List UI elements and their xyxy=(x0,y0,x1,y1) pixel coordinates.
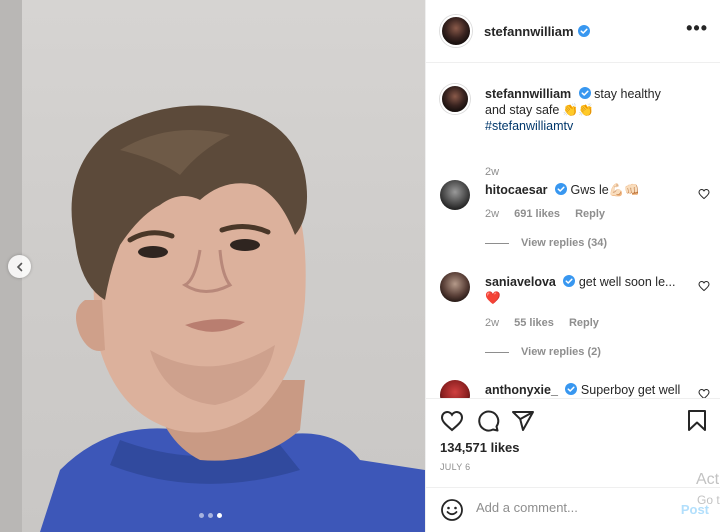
comment-time: 2w xyxy=(485,317,500,329)
verified-icon xyxy=(563,275,576,287)
caption-meta: 2w xyxy=(485,166,511,178)
carousel-dot xyxy=(199,513,204,518)
activation-watermark: Act xyxy=(696,471,720,488)
view-replies-line xyxy=(485,351,509,353)
activation-watermark-subtext: Go t xyxy=(697,493,720,507)
view-replies-line xyxy=(485,242,509,244)
carousel-prev-button[interactable] xyxy=(8,255,31,278)
comment-item: anthonyxie_ Superboy get well xyxy=(440,380,710,398)
view-replies-label: View replies (34) xyxy=(521,237,608,249)
post-side-panel: stefannwilliam ••• stefannwilliam stay h… xyxy=(425,0,720,532)
add-comment-bar: Post xyxy=(426,487,720,532)
comment-like-heart-icon[interactable] xyxy=(698,280,710,292)
comment-body: hitocaesar Gws le💪🏻👊🏻 xyxy=(485,182,685,198)
comment-body: saniavelova get well soon le... ❤️ xyxy=(485,274,685,306)
comment-meta: 2w 691 likes Reply xyxy=(485,208,617,220)
comment-body: anthonyxie_ Superboy get well xyxy=(485,382,685,398)
comment-item: saniavelova get well soon le... ❤️ 2w 55… xyxy=(440,272,710,372)
caption-hashtag[interactable]: #stefanwilliamtv xyxy=(485,119,573,133)
caption: stefannwilliam stay healthy and stay saf… xyxy=(440,84,710,178)
chevron-left-icon xyxy=(16,262,22,271)
view-replies-button[interactable]: View replies (34) xyxy=(485,237,607,249)
author-username[interactable]: stefannwilliam xyxy=(484,24,574,39)
view-replies-button[interactable]: View replies (2) xyxy=(485,346,601,358)
caption-username[interactable]: stefannwilliam xyxy=(485,87,571,101)
view-replies-label: View replies (2) xyxy=(521,346,601,358)
caption-body: stefannwilliam stay healthy and stay saf… xyxy=(485,86,685,134)
comment-reply-button[interactable]: Reply xyxy=(569,317,599,329)
comment-time: 2w xyxy=(485,208,500,220)
emoji-icon[interactable] xyxy=(440,498,464,522)
comment-likes[interactable]: 691 likes xyxy=(514,208,560,220)
post-photo[interactable] xyxy=(0,0,425,532)
comment-likes[interactable]: 55 likes xyxy=(514,317,554,329)
author-avatar[interactable] xyxy=(440,15,472,47)
verified-icon xyxy=(577,25,590,37)
likes-count[interactable]: 134,571 likes xyxy=(440,440,520,455)
post-header: stefannwilliam ••• xyxy=(426,0,720,63)
verified-icon xyxy=(555,183,568,195)
comment-item: hitocaesar Gws le💪🏻👊🏻 2w 691 likes Reply… xyxy=(440,180,710,270)
commenter-avatar[interactable] xyxy=(440,380,470,398)
heart-icon[interactable] xyxy=(440,409,464,433)
share-icon[interactable] xyxy=(511,409,535,433)
comment-meta: 2w 55 likes Reply xyxy=(485,317,611,329)
comment-text: Gws le💪🏻👊🏻 xyxy=(570,183,640,197)
comments-list[interactable]: stefannwilliam stay healthy and stay saf… xyxy=(426,64,720,398)
comment-icon[interactable] xyxy=(476,409,500,433)
caption-author-avatar[interactable] xyxy=(440,84,470,114)
post-date: JULY 6 xyxy=(440,462,471,472)
bookmark-icon[interactable] xyxy=(685,409,709,433)
commenter-avatar[interactable] xyxy=(440,180,470,210)
comment-input[interactable] xyxy=(476,500,676,515)
comment-like-heart-icon[interactable] xyxy=(698,188,710,200)
verified-icon xyxy=(578,87,591,99)
more-options-button[interactable]: ••• xyxy=(686,19,708,37)
post-actions: 134,571 likes JULY 6 xyxy=(426,398,720,492)
comment-username[interactable]: hitocaesar xyxy=(485,183,548,197)
comment-username[interactable]: saniavelova xyxy=(485,275,556,289)
carousel-dot-active xyxy=(217,513,222,518)
caption-time: 2w xyxy=(485,166,500,178)
commenter-avatar[interactable] xyxy=(440,272,470,302)
comment-reply-button[interactable]: Reply xyxy=(575,208,605,220)
verified-icon xyxy=(565,383,578,395)
comment-like-heart-icon[interactable] xyxy=(698,388,710,398)
comment-text: Superboy get well xyxy=(580,383,681,397)
carousel-dot xyxy=(208,513,213,518)
selfie-image xyxy=(40,105,425,532)
comment-username[interactable]: anthonyxie_ xyxy=(485,383,558,397)
carousel-dots xyxy=(199,513,222,518)
